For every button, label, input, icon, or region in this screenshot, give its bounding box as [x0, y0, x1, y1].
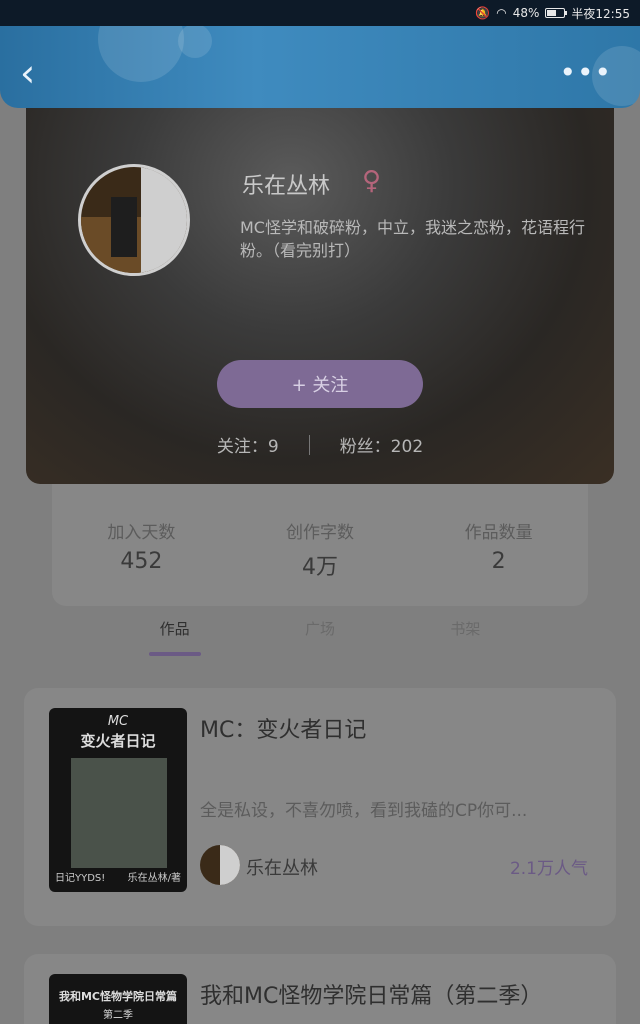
status-bar: 🔕 ◠ 48% 半夜12:55 [0, 0, 640, 26]
work-cover[interactable]: 我和MC怪物学院日常篇 第二季 [49, 974, 187, 1024]
tab-bookshelf[interactable]: 书架 [393, 616, 538, 656]
work-author[interactable]: 乐在丛林 [246, 854, 318, 880]
stat-word-count: 创作字数 4万 [231, 484, 410, 606]
stat-label: 作品数量 [464, 523, 533, 543]
cover-text: 日记YYDS! [55, 873, 106, 884]
tab-works[interactable]: 作品 [102, 616, 247, 656]
work-title[interactable]: MC：变火者日记 [200, 712, 366, 744]
tab-square[interactable]: 广场 [247, 616, 392, 656]
female-gender-icon: ♀ [362, 166, 382, 196]
work-description: 全是私设，不喜勿喷，看到我磕的CP你可... [200, 801, 528, 821]
stat-works-count: 作品数量 2 [409, 484, 588, 606]
work-title[interactable]: 我和MC怪物学院日常篇（第二季） [200, 978, 542, 1010]
follow-button-label: + 关注 [291, 375, 349, 396]
user-bio: MC怪学和破碎粉，中立，我迷之恋粉，花语程行粉。（看完别打） [240, 218, 585, 260]
stat-value: 452 [120, 549, 163, 574]
avatar[interactable] [78, 164, 190, 276]
mute-icon: 🔕 [475, 6, 491, 20]
stat-label: 创作字数 [286, 523, 354, 543]
battery-icon [545, 8, 568, 18]
profile-header: 乐在丛林 ♀ MC怪学和破碎粉，中立，我迷之恋粉，花语程行粉。（看完别打） + … [26, 108, 614, 484]
following-count[interactable]: 关注：9 [217, 432, 279, 457]
stat-value: 4万 [302, 555, 338, 580]
fans-count[interactable]: 粉丝：202 [340, 432, 423, 457]
user-name: 乐在丛林 [242, 174, 331, 199]
clock: 半夜12:55 [571, 6, 630, 21]
stats-card: 加入天数 452 创作字数 4万 作品数量 2 [52, 484, 588, 606]
cover-text: 乐在丛林/著 [127, 873, 181, 884]
stat-value: 2 [491, 549, 506, 574]
wifi-icon: ◠ [496, 6, 507, 20]
decorative-bubble [98, 26, 184, 82]
cover-text: 变火者日记 [80, 732, 156, 750]
cover-text: 我和MC怪物学院日常篇 [58, 990, 178, 1003]
more-options-icon[interactable]: ••• [559, 56, 612, 89]
work-card[interactable]: MC 变火者日记 日记YYDS! 乐在丛林/著 MC：变火者日记 全是私设，不喜… [24, 688, 616, 926]
battery-percent: 48% [512, 6, 540, 20]
cover-text: 第二季 [103, 1010, 133, 1021]
follow-button[interactable]: + 关注 [217, 360, 423, 408]
follow-stats: 关注：9 粉丝：202 [26, 432, 614, 457]
cover-text: MC [107, 714, 129, 729]
profile-tabs: 作品 广场 书架 [102, 616, 538, 656]
divider [308, 434, 310, 455]
work-card[interactable]: 我和MC怪物学院日常篇 第二季 我和MC怪物学院日常篇（第二季） [24, 954, 616, 1024]
work-popularity: 2.1万人气 [509, 859, 588, 879]
stat-join-days: 加入天数 452 [52, 484, 231, 606]
work-cover[interactable]: MC 变火者日记 日记YYDS! 乐在丛林/著 [49, 708, 187, 892]
top-bar: ‹ ••• [0, 26, 640, 108]
back-arrow-icon[interactable]: ‹ [20, 54, 48, 94]
decorative-bubble [178, 26, 212, 58]
author-avatar[interactable] [200, 845, 240, 885]
stat-label: 加入天数 [107, 523, 176, 543]
